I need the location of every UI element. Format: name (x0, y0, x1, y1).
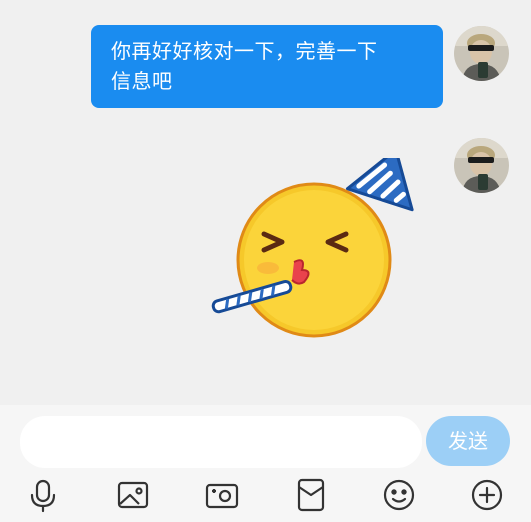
avatar[interactable] (454, 26, 509, 81)
microphone-icon[interactable] (25, 477, 61, 513)
camera-icon[interactable] (204, 477, 240, 513)
send-button[interactable]: 发送 (426, 416, 510, 466)
message-line-2: 信息吧 (111, 69, 173, 93)
red-packet-icon[interactable] (293, 477, 329, 513)
avatar[interactable] (454, 138, 509, 193)
chat-area: 你再好好核对一下，完善一下 信息吧 (0, 0, 531, 405)
emoji-icon[interactable] (381, 477, 417, 513)
message-input[interactable] (20, 416, 422, 468)
message-line-1: 你再好好核对一下，完善一下 (111, 39, 378, 63)
message-bubble[interactable]: 你再好好核对一下，完善一下 信息吧 (91, 25, 443, 108)
party-emoji-sticker[interactable] (206, 148, 420, 348)
plus-icon[interactable] (469, 477, 505, 513)
image-icon[interactable] (115, 477, 151, 513)
